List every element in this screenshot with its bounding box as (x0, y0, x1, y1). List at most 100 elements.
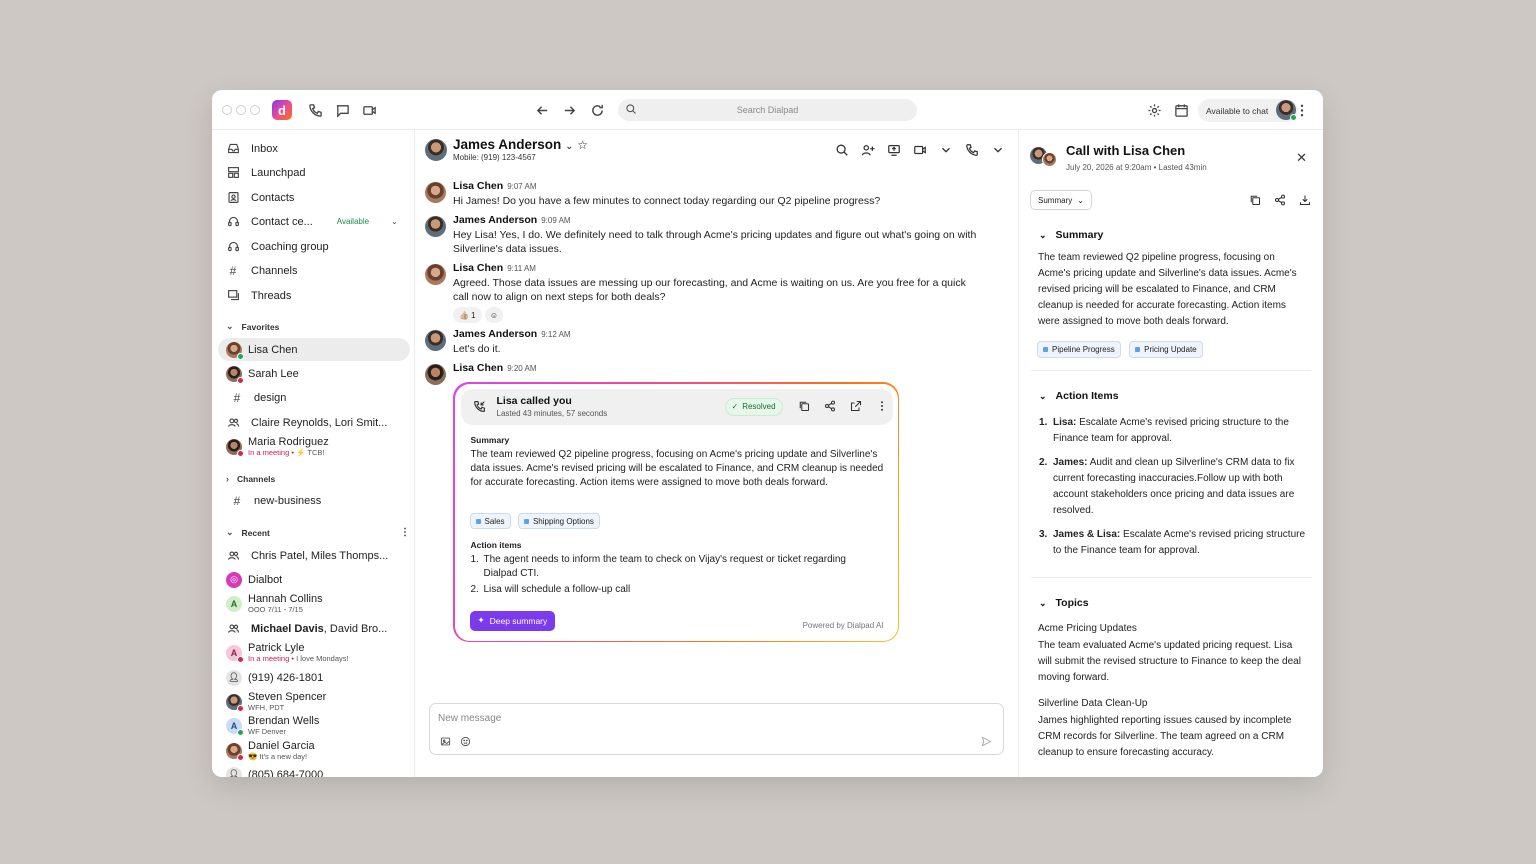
image-icon[interactable] (440, 734, 452, 746)
status-badge[interactable]: ✓ Resolved (724, 397, 783, 416)
more-icon[interactable] (1297, 101, 1307, 119)
sidebar-item-dialbot[interactable]: ◎ Dialbot (218, 568, 410, 591)
recent-header[interactable]: ⌄ Recent ⋮ (226, 527, 410, 538)
deep-summary-button[interactable]: ✦ Deep summary (469, 610, 556, 631)
sidebar-item-label: Dialbot (248, 573, 283, 586)
topics-section-header[interactable]: ⌄ Topics (1039, 597, 1089, 609)
list-item: 1. Lisa: Escalate Acme's revised pricing … (1039, 417, 1289, 444)
message-author[interactable]: Lisa Chen (453, 180, 503, 192)
back-icon[interactable] (533, 101, 551, 119)
sidebar-item-coaching-group[interactable]: Coaching group (218, 235, 410, 258)
topic-item: Acme Pricing Updates The team evaluated … (1038, 621, 1308, 686)
copy-icon[interactable] (797, 399, 811, 413)
avatar[interactable] (425, 330, 446, 351)
more-icon[interactable]: ⋮ (400, 527, 410, 538)
chevron-down-icon[interactable] (938, 142, 954, 158)
search-icon[interactable] (834, 142, 850, 158)
forward-icon[interactable] (560, 101, 578, 119)
sidebar-item-contact-center[interactable]: Contact ce... Available ⌄ (218, 210, 410, 233)
download-icon[interactable] (1298, 193, 1311, 206)
screen-share-icon[interactable] (886, 142, 902, 158)
calendar-icon[interactable] (1172, 101, 1190, 119)
sidebar-item-contacts[interactable]: Contacts (218, 186, 410, 209)
action-items-list: 1. The agent needs to inform the team to … (471, 553, 851, 599)
contact-name[interactable]: James Anderson ⌄ ☆ (453, 137, 588, 152)
call-summary-card: Lisa called you Lasted 43 minutes, 57 se… (453, 382, 899, 642)
message-author[interactable]: James Anderson (453, 328, 537, 340)
channels-header[interactable]: › Channels (226, 474, 275, 484)
sidebar-item-group-michael[interactable]: Michael Davis, David Bro... (218, 617, 410, 640)
share-icon[interactable] (823, 399, 837, 413)
sidebar-item-label: Maria Rodriguez (248, 435, 329, 448)
sidebar-item-phone-805[interactable]: 👤︎ (805) 684-7000 (218, 763, 410, 777)
tag-pricing-update[interactable]: Pricing Update (1129, 341, 1203, 358)
sidebar-item-threads[interactable]: Threads (218, 284, 410, 307)
message-author[interactable]: Lisa Chen (453, 362, 503, 374)
action-items-label: Action items (470, 539, 522, 550)
sidebar-item-brendan-wells[interactable]: A Brendan Wells WF Denver (218, 714, 410, 737)
emoji-icon[interactable] (460, 734, 472, 747)
message-text: Let's do it. (453, 343, 501, 355)
add-reaction-icon[interactable]: ☺ (485, 307, 503, 323)
message-author[interactable]: Lisa Chen (453, 262, 503, 274)
refresh-icon[interactable] (588, 101, 606, 119)
chevron-down-icon[interactable] (990, 142, 1006, 158)
sidebar-item-steven-spencer[interactable]: Steven Spencer WFH, PDT (218, 690, 410, 713)
send-icon[interactable] (981, 734, 993, 747)
sidebar-item-launchpad[interactable]: Launchpad (218, 161, 410, 184)
message-composer[interactable]: New message (429, 703, 1004, 755)
sidebar-item-group-claire[interactable]: Claire Reynolds, Lori Smit... (218, 411, 410, 434)
search-input[interactable]: Search Dialpad (618, 99, 917, 121)
message-author[interactable]: James Anderson (453, 214, 537, 226)
copy-icon[interactable] (1248, 193, 1261, 206)
sidebar-item-channels[interactable]: # Channels (218, 259, 410, 282)
favorites-header[interactable]: ⌄ Favorites (226, 321, 279, 332)
avatar[interactable] (425, 364, 446, 385)
sidebar-item-lisa-chen[interactable]: Lisa Chen (218, 338, 410, 361)
sidebar-item-inbox[interactable]: Inbox (218, 137, 410, 160)
more-icon[interactable] (875, 399, 889, 413)
window-controls[interactable] (222, 105, 260, 115)
video-icon[interactable] (360, 101, 378, 119)
sidebar-item-new-business[interactable]: # new-business (218, 489, 410, 512)
status-button[interactable]: Available to chat (1198, 99, 1298, 122)
chevron-down-icon[interactable]: ⌄ (565, 141, 573, 152)
action-items-section-header[interactable]: ⌄ Action Items (1039, 390, 1119, 402)
user-avatar[interactable] (1276, 100, 1297, 121)
sidebar-item-patrick-lyle[interactable]: A Patrick Lyle In a meeting • I love Mond… (218, 641, 410, 664)
close-icon[interactable]: ✕ (1296, 150, 1307, 166)
sidebar-item-label: Steven Spencer (248, 690, 327, 703)
avatar[interactable] (425, 139, 447, 161)
sidebar-item-design[interactable]: # design (218, 386, 410, 409)
sidebar-item-phone-919[interactable]: 👤︎ (919) 426-1801 (218, 666, 410, 689)
sidebar-item-group-chris[interactable]: Chris Patel, Miles Thomps... (218, 544, 410, 567)
call-card-header: Lisa called you Lasted 43 minutes, 57 se… (460, 388, 893, 425)
summary-section-header[interactable]: ⌄ Summary (1039, 229, 1103, 241)
sidebar-item-hannah-collins[interactable]: A Hannah Collins OOO 7/11 - 7/15 (218, 592, 410, 615)
panel-subtitle: July 20, 2026 at 9:20am • Lasted 43min (1066, 163, 1207, 172)
app-logo[interactable]: d (272, 100, 292, 120)
avatar[interactable] (425, 182, 446, 203)
tag-sales[interactable]: Sales (469, 513, 511, 529)
gear-icon[interactable] (1145, 101, 1163, 119)
star-icon[interactable]: ☆ (577, 138, 588, 152)
sidebar-item-sarah-lee[interactable]: Sarah Lee (218, 362, 410, 385)
share-icon[interactable] (1273, 193, 1286, 206)
list-item: 2. James: Audit and clean up Silverline's… (1039, 457, 1295, 516)
sidebar-item-daniel-garcia[interactable]: Daniel Garcia 😎 It's a new day! (218, 739, 410, 762)
chevron-down-icon[interactable]: ⌄ (391, 217, 398, 226)
tag-shipping-options[interactable]: Shipping Options (517, 513, 600, 529)
open-external-icon[interactable] (849, 399, 863, 413)
sidebar-item-maria-rodriguez[interactable]: Maria Rodriguez In a meeting • ⚡ TCB! (218, 435, 410, 458)
call-title: Lisa called you (496, 394, 572, 407)
video-icon[interactable] (912, 142, 928, 158)
tag-pipeline-progress[interactable]: Pipeline Progress (1037, 341, 1121, 358)
avatar[interactable] (425, 216, 446, 237)
message-icon[interactable] (333, 101, 351, 119)
phone-icon[interactable] (964, 142, 980, 158)
add-person-icon[interactable] (860, 142, 876, 158)
phone-icon[interactable] (306, 101, 324, 119)
reaction-badge[interactable]: 👍🏼 1 (453, 307, 482, 323)
view-select[interactable]: Summary ⌄ (1030, 190, 1092, 210)
avatar[interactable] (425, 264, 446, 285)
